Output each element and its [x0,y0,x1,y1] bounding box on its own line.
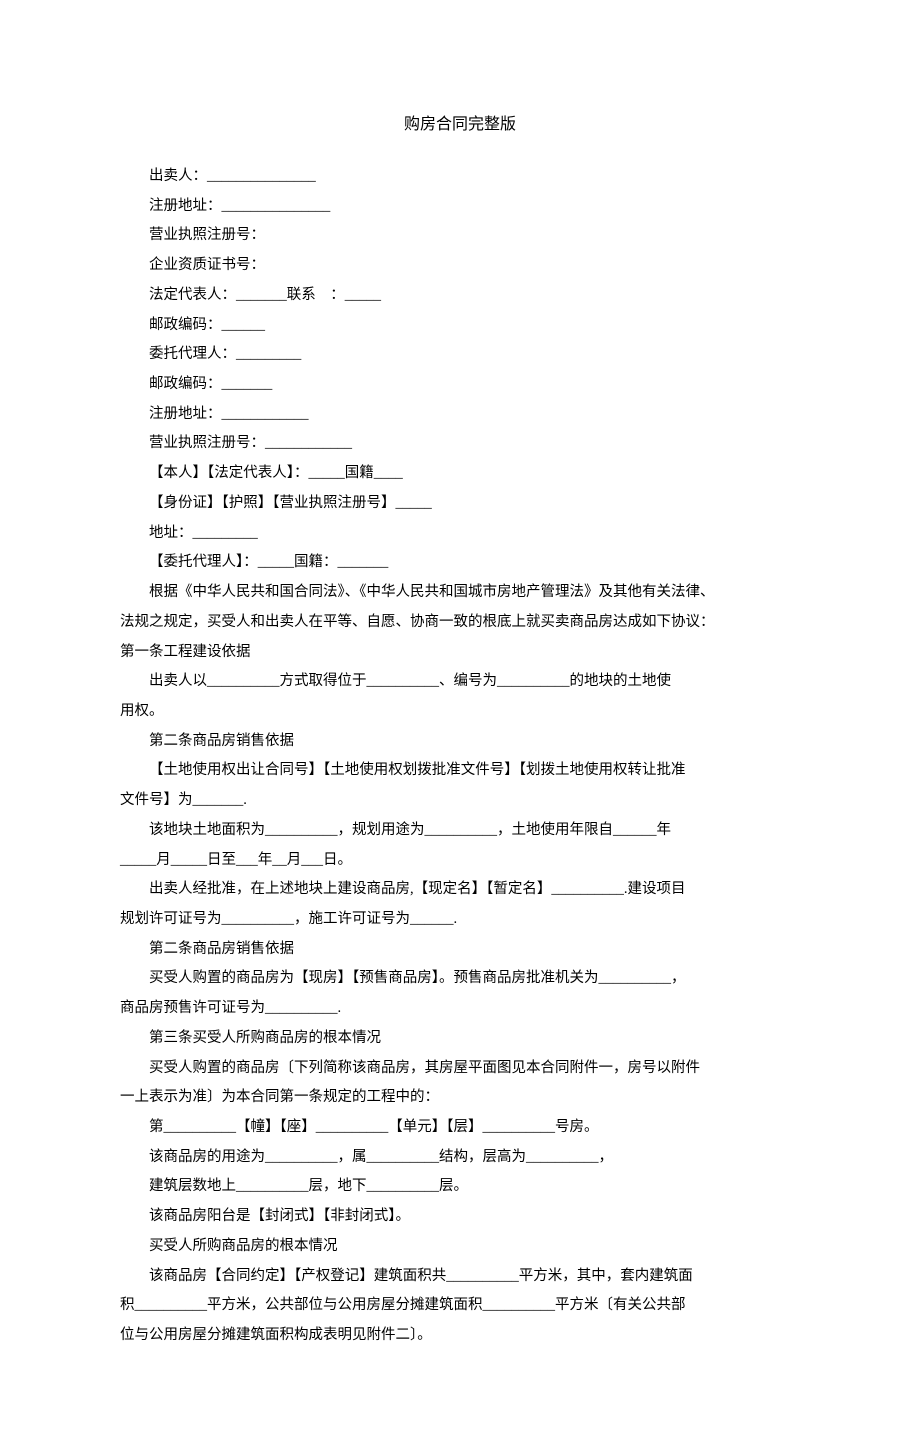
text-line: 位与公用房屋分摊建筑面积构成表明见附件二〕。 [120,1321,800,1351]
text-line: 企业资质证书号： [120,251,800,281]
text-line: _____月_____日至___年__月___日。 [120,846,800,876]
text-line: 委托代理人：_________ [120,340,800,370]
text-line: 注册地址：_______________ [120,192,800,222]
text-line: 【土地使用权出让合同号】【土地使用权划拨批准文件号】【划拨土地使用权转让批准 [120,756,800,786]
text-line: 该商品房【合同约定】【产权登记】建筑面积共__________平方米，其中，套内… [120,1262,800,1292]
text-line: 第二条商品房销售依据 [120,727,800,757]
text-line: 第一条工程建设依据 [120,638,800,668]
text-line: 商品房预售许可证号为__________. [120,994,800,1024]
text-line: 根据《中华人民共和国合同法》、《中华人民共和国城市房地产管理法》及其他有关法律、 [120,578,800,608]
text-line: 该地块土地面积为__________，规划用途为__________，土地使用年… [120,816,800,846]
document-page: 购房合同完整版 出卖人：_______________注册地址：________… [0,0,920,1431]
text-line: 邮政编码：_______ [120,370,800,400]
text-line: 出卖人以__________方式取得位于__________、编号为______… [120,667,800,697]
document-title: 购房合同完整版 [120,110,800,134]
text-line: 第三条买受人所购商品房的根本情况 [120,1024,800,1054]
text-line: 出卖人：_______________ [120,162,800,192]
text-line: 地址：_________ [120,519,800,549]
text-line: 买受人购置的商品房为【现房】【预售商品房】。预售商品房批准机关为________… [120,964,800,994]
text-line: 【身份证】【护照】【营业执照注册号】_____ [120,489,800,519]
text-line: 买受人所购商品房的根本情况 [120,1232,800,1262]
text-line: 【本人】【法定代表人】：_____国籍____ [120,459,800,489]
text-line: 法规之规定，买受人和出卖人在平等、自愿、协商一致的根底上就买卖商品房达成如下协议… [120,608,800,638]
text-line: 用权。 [120,697,800,727]
text-line: 邮政编码：______ [120,311,800,341]
text-line: 文件号】为_______. [120,786,800,816]
text-line: 建筑层数地上__________层，地下__________层。 [120,1172,800,1202]
text-line: 营业执照注册号： [120,221,800,251]
document-body: 出卖人：_______________注册地址：_______________营… [120,162,800,1351]
text-line: 买受人购置的商品房〔下列简称该商品房，其房屋平面图见本合同附件一，房号以附件 [120,1054,800,1084]
text-line: 第__________【幢】【座】__________【单元】【层】______… [120,1113,800,1143]
text-line: 注册地址：____________ [120,400,800,430]
text-line: 该商品房阳台是【封闭式】【非封闭式】。 [120,1202,800,1232]
text-line: 该商品房的用途为__________，属__________结构，层高为____… [120,1143,800,1173]
text-line: 营业执照注册号：____________ [120,429,800,459]
text-line: 一上表示为准〕为本合同第一条规定的工程中的： [120,1083,800,1113]
text-line: 出卖人经批准，在上述地块上建设商品房,【现定名】【暂定名】__________.… [120,875,800,905]
text-line: 法定代表人：_______联系 ：_____ [120,281,800,311]
text-line: 规划许可证号为__________，施工许可证号为______. [120,905,800,935]
text-line: 第二条商品房销售依据 [120,935,800,965]
text-line: 【委托代理人】：_____国籍：_______ [120,548,800,578]
text-line: 积__________平方米，公共部位与公用房屋分摊建筑面积__________… [120,1291,800,1321]
